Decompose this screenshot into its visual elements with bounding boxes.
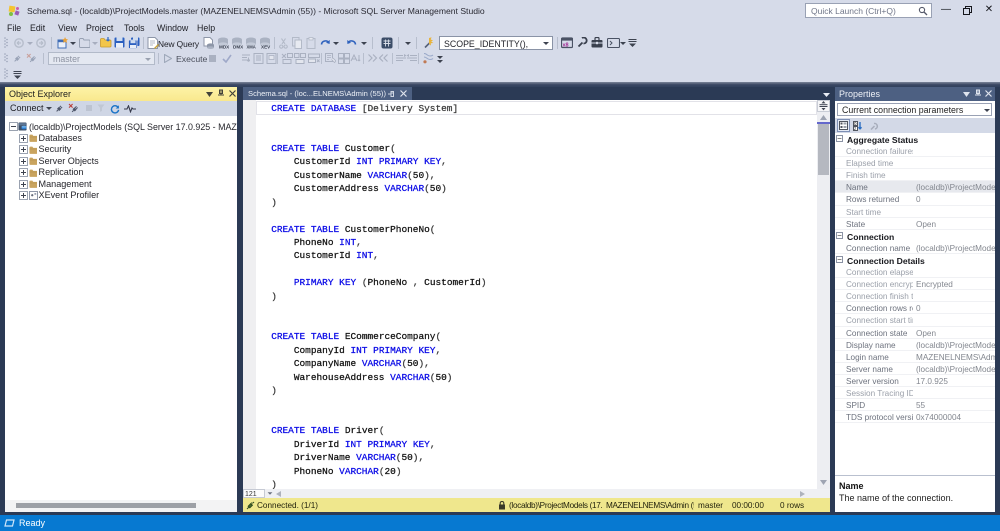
svg-text:DMX: DMX [233,45,243,50]
svg-text:XEV: XEV [261,45,271,50]
svg-text:XMA: XMA [247,45,256,50]
svg-text:x8: x8 [563,43,569,49]
svg-text:MDX: MDX [219,45,229,50]
